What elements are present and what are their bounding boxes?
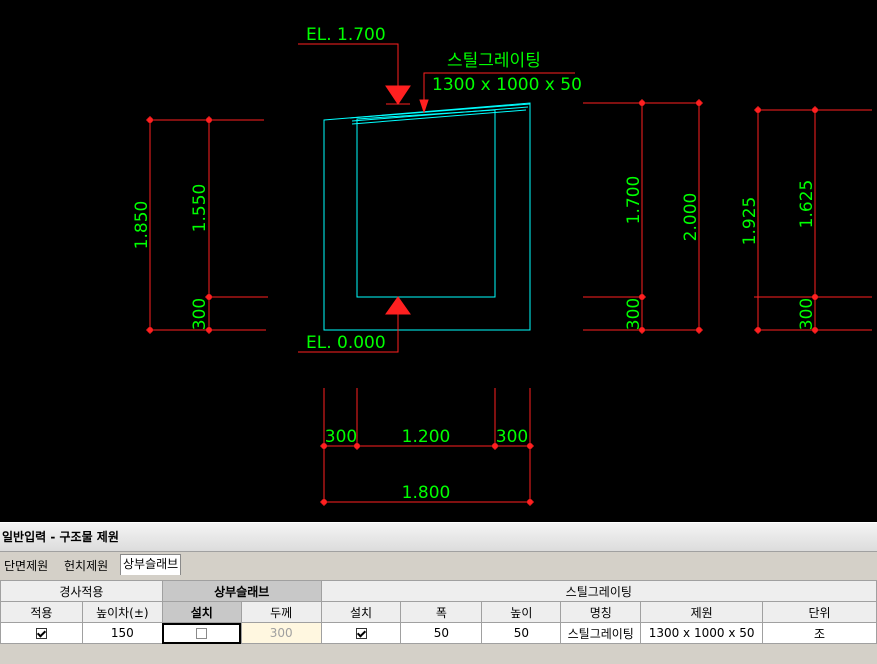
- tab-top-slab[interactable]: 상부슬래브: [120, 554, 182, 575]
- grating-spec-cell[interactable]: 1300 x 1000 x 50: [640, 622, 764, 644]
- el-top-label: EL. 1.700: [306, 25, 386, 45]
- grating-size-label: 1300 x 1000 x 50: [432, 75, 582, 95]
- col-header-height-diff: 높이차(±): [81, 601, 163, 623]
- grating-unit-cell[interactable]: 조: [762, 622, 877, 644]
- el-top-arrow-icon: [385, 85, 411, 105]
- slope-apply-checkbox[interactable]: [35, 628, 47, 639]
- grating-line: [351, 106, 529, 122]
- slab-install-checkbox[interactable]: [196, 628, 208, 639]
- input-panel: 일반입력 - 구조물 제원 단면제원 헌치제원 상부슬래브 경사적용 상부슬래브…: [0, 522, 877, 664]
- col-header-thickness: 두께: [240, 601, 322, 623]
- grating-install-cell[interactable]: [320, 622, 402, 644]
- grating-line: [351, 109, 527, 125]
- dim-left-outer: 1.850: [132, 201, 152, 250]
- cad-drawing-canvas[interactable]: EL. 1.700 EL. 0.000 스틸그레이팅 1300 x 1000 x…: [0, 0, 877, 522]
- panel-title: 일반입력 - 구조물 제원: [0, 522, 877, 552]
- grating-width-cell[interactable]: 50: [400, 622, 483, 644]
- dim-right2-inner: 1.625: [797, 180, 817, 229]
- col-header-grating-install: 설치: [320, 601, 402, 623]
- top-slab-table: 경사적용 상부슬래브 스틸그레이팅 적용 높이차(±) 설치 두께 설치 폭 높…: [0, 580, 877, 644]
- dim-right2-outer: 1.925: [740, 197, 760, 246]
- el-top-leader: [298, 43, 399, 103]
- group-header-grating: 스틸그레이팅: [320, 580, 877, 602]
- dim-bottom-inner: 1.200: [402, 427, 451, 447]
- col-header-unit: 단위: [762, 601, 877, 623]
- tab-bar: 단면제원 헌치제원 상부슬래브: [0, 553, 877, 575]
- col-header-spec: 제원: [640, 601, 764, 623]
- section-drawing: EL. 1.700 EL. 0.000 스틸그레이팅 1300 x 1000 x…: [132, 25, 872, 506]
- dim-right2-base: 300: [797, 298, 817, 330]
- height-diff-cell[interactable]: 150: [81, 622, 163, 644]
- col-header-apply: 적용: [0, 601, 83, 623]
- dim-right1-inner: 1.700: [624, 176, 644, 225]
- dim-bottom-right-wall: 300: [496, 427, 528, 447]
- dim-bottom-total: 1.800: [402, 483, 451, 503]
- col-header-height: 높이: [481, 601, 562, 623]
- el-bottom-arrow-icon: [385, 296, 411, 315]
- inner-opening-outline: [356, 109, 496, 298]
- el-bottom-label: EL. 0.000: [306, 333, 386, 353]
- group-header-slab: 상부슬래브: [161, 580, 322, 602]
- dim-right1-base: 300: [624, 298, 644, 330]
- grating-title-label: 스틸그레이팅: [447, 51, 541, 71]
- group-header-slope: 경사적용: [0, 580, 163, 602]
- col-header-width: 폭: [400, 601, 483, 623]
- dim-bottom-left-wall: 300: [325, 427, 357, 447]
- slab-thickness-cell: 300: [240, 622, 322, 644]
- tab-section-dimensions[interactable]: 단면제원: [2, 557, 50, 575]
- dim-right1-outer: 2.000: [681, 193, 701, 242]
- col-header-slab-install: 설치: [161, 601, 242, 623]
- outer-wall-outline: [323, 102, 531, 331]
- culvert-outline: [323, 102, 531, 331]
- grating-arrow-icon: [419, 99, 429, 114]
- grating-height-cell[interactable]: 50: [481, 622, 562, 644]
- tab-haunch-dimensions[interactable]: 헌치제원: [62, 557, 110, 575]
- slab-install-cell[interactable]: [161, 622, 242, 644]
- dim-left-inner: 1.550: [190, 184, 210, 233]
- dim-left-base: 300: [190, 298, 210, 330]
- grating-install-checkbox[interactable]: [355, 628, 367, 639]
- table-row: 150 300 50 50 스틸그레이팅 1300 x 1000 x 50 조: [0, 622, 877, 644]
- grating-name-cell[interactable]: 스틸그레이팅: [560, 622, 642, 644]
- col-header-name: 명칭: [560, 601, 642, 623]
- slope-apply-cell[interactable]: [0, 622, 83, 644]
- grating-line: [349, 103, 531, 119]
